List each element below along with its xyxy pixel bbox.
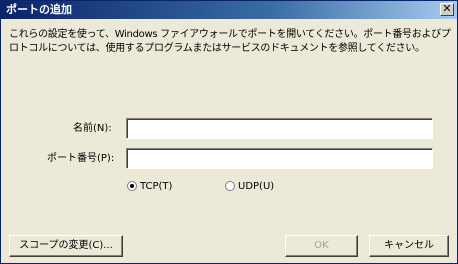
description-text: これらの設定を使って、Windows ファイアウォールでポートを開いてください。… (9, 28, 453, 56)
udp-radio-button[interactable] (225, 181, 235, 191)
ok-button[interactable]: OK (285, 235, 358, 257)
tcp-radio-button[interactable] (127, 181, 137, 191)
change-scope-button[interactable]: スコープの変更(C)... (9, 235, 123, 257)
add-port-dialog: ポートの追加 ✕ これらの設定を使って、Windows ファイアウォールでポート… (0, 0, 458, 264)
udp-radio[interactable]: UDP(U) (225, 181, 274, 193)
port-number-input[interactable] (126, 148, 433, 169)
window-title: ポートの追加 (6, 3, 72, 16)
udp-radio-label[interactable]: UDP(U) (238, 181, 274, 192)
port-number-label: ポート番号(P): (47, 153, 115, 164)
description-line-1: これらの設定を使って、Windows ファイアウォールでポートを開いてください。… (9, 29, 451, 40)
tcp-radio[interactable]: TCP(T) (127, 181, 172, 193)
title-bar[interactable]: ポートの追加 ✕ (1, 1, 457, 19)
close-icon[interactable]: ✕ (440, 3, 454, 16)
cancel-button[interactable]: キャンセル (369, 235, 449, 257)
description-line-2: ロトコルについては、使用するプログラムまたはサービスのドキュメントを参照してくだ… (9, 43, 425, 54)
name-input[interactable] (126, 118, 433, 139)
name-label: 名前(N): (73, 123, 112, 134)
tcp-radio-label[interactable]: TCP(T) (140, 181, 172, 192)
